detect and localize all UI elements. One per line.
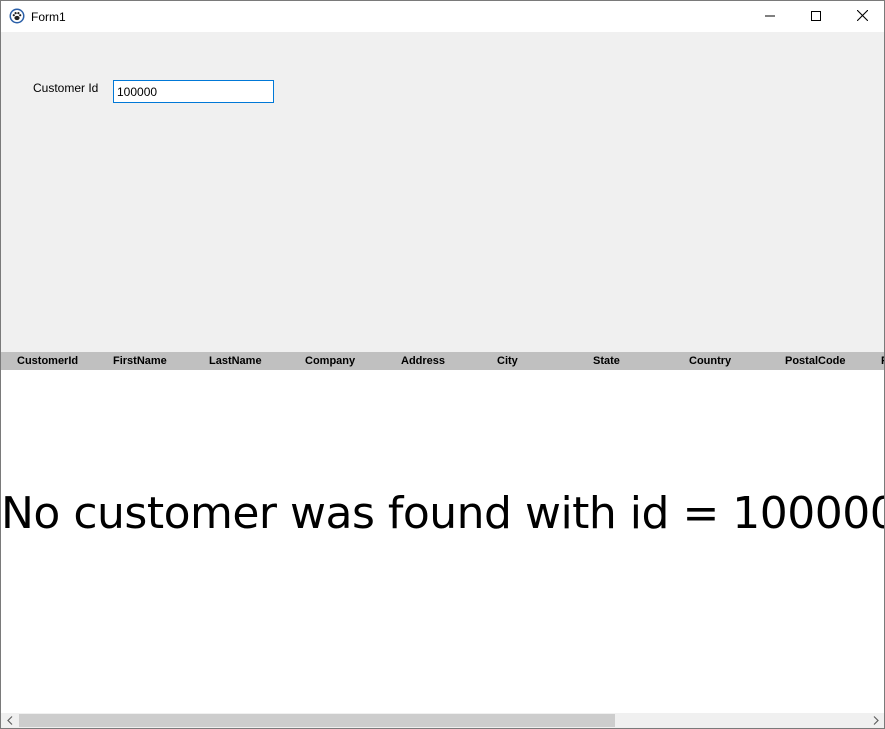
- main-window: Form1 Customer Id CustomerId FirstName L…: [0, 0, 885, 729]
- column-header-postalcode[interactable]: PostalCode: [783, 352, 846, 370]
- scroll-right-button[interactable]: [867, 713, 884, 728]
- grid-body: No customer was found with id = 100000: [1, 370, 884, 713]
- close-button[interactable]: [839, 1, 884, 32]
- maximize-icon: [811, 8, 821, 26]
- no-result-message: No customer was found with id = 100000: [1, 488, 885, 539]
- paw-icon: [9, 8, 25, 24]
- grid-header: CustomerId FirstName LastName Company Ad…: [1, 352, 884, 370]
- minimize-icon: [765, 8, 775, 26]
- close-icon: [856, 8, 868, 26]
- column-header-state[interactable]: State: [591, 352, 620, 370]
- customer-id-input[interactable]: [113, 80, 274, 103]
- column-header-firstname[interactable]: FirstName: [111, 352, 167, 370]
- maximize-button[interactable]: [793, 1, 839, 32]
- column-header-country[interactable]: Country: [687, 352, 731, 370]
- column-header-lastname[interactable]: LastName: [207, 352, 262, 370]
- title-bar[interactable]: Form1: [1, 1, 884, 32]
- horizontal-scrollbar[interactable]: [1, 713, 884, 728]
- scrollbar-thumb[interactable]: [19, 714, 615, 727]
- column-header-p[interactable]: P: [879, 352, 884, 370]
- window-title: Form1: [31, 10, 66, 24]
- column-header-address[interactable]: Address: [399, 352, 445, 370]
- column-header-customerid[interactable]: CustomerId: [15, 352, 78, 370]
- minimize-button[interactable]: [747, 1, 793, 32]
- customer-id-label: Customer Id: [33, 81, 99, 95]
- scroll-left-button[interactable]: [1, 713, 18, 728]
- column-header-city[interactable]: City: [495, 352, 518, 370]
- chevron-right-icon: [873, 712, 879, 729]
- column-header-company[interactable]: Company: [303, 352, 355, 370]
- form-area: Customer Id: [1, 32, 884, 352]
- chevron-left-icon: [6, 712, 13, 729]
